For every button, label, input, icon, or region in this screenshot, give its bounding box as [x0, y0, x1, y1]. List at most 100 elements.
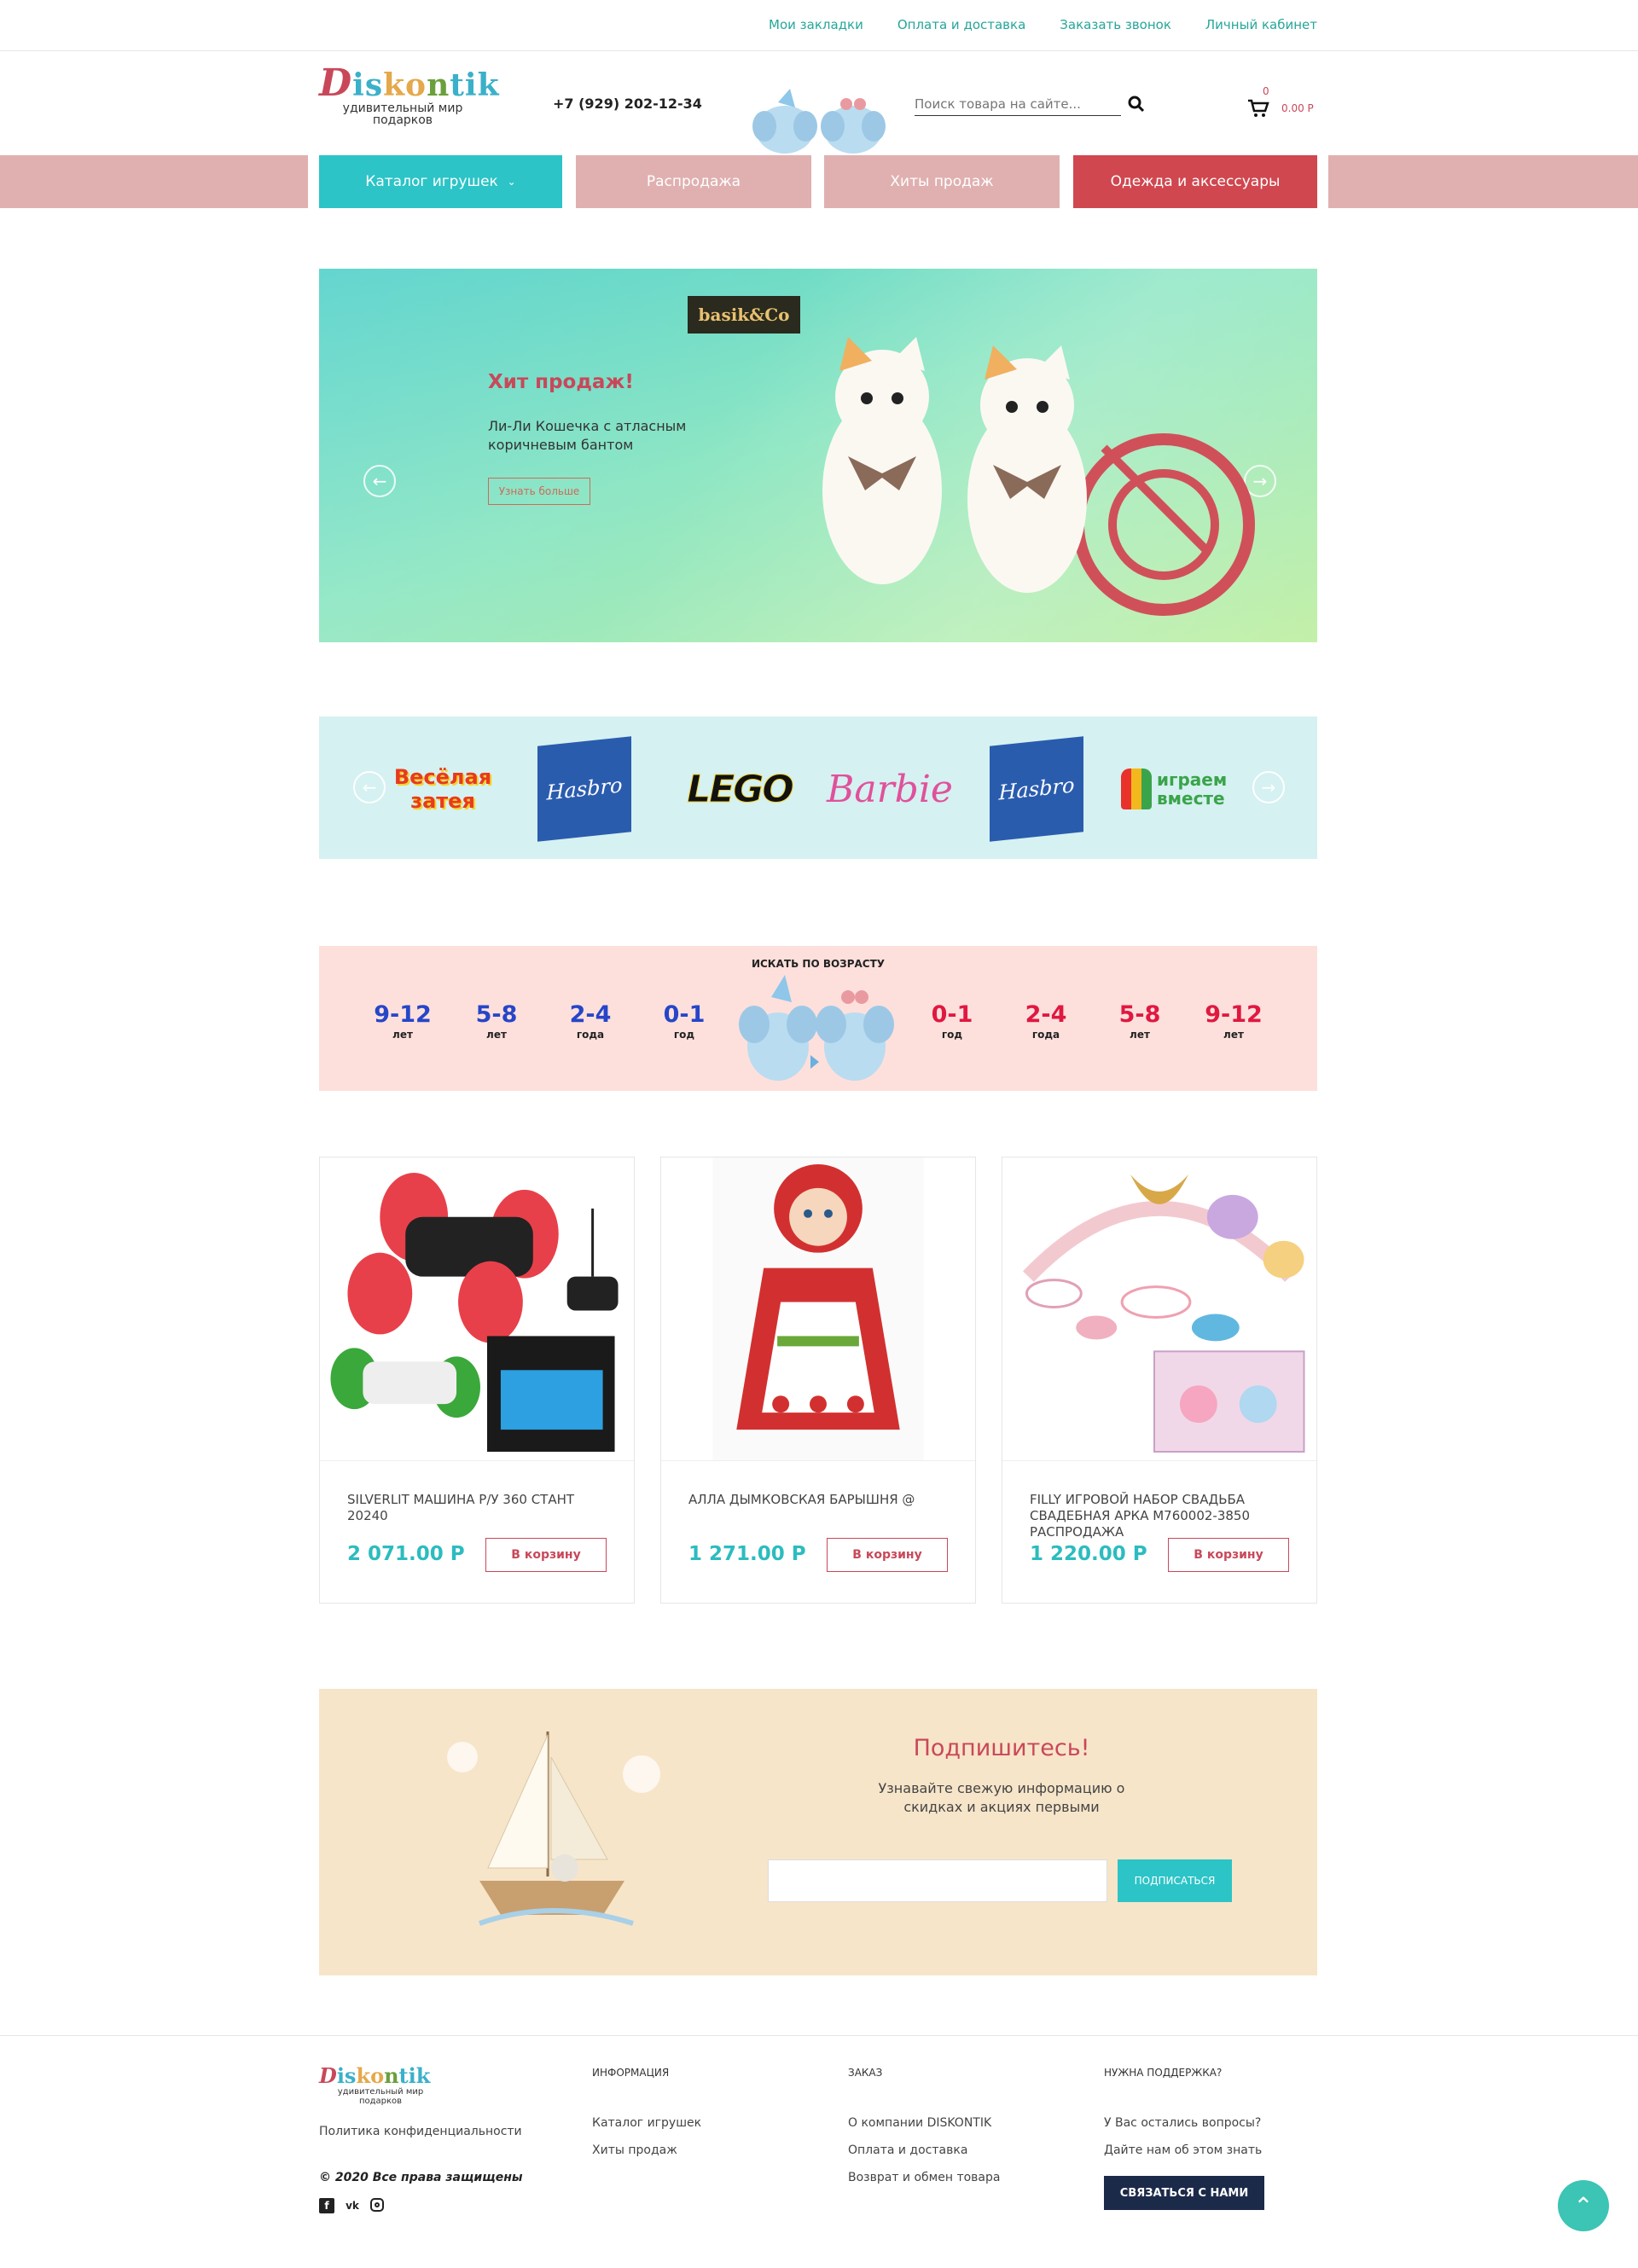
product-card[interactable]: FILLY ИГРОВОЙ НАБОР СВАДЬБА СВАДЕБНАЯ АР… [1002, 1157, 1317, 1604]
email-field[interactable] [768, 1859, 1107, 1902]
brand-logo-barbie[interactable]: Barbie [826, 734, 954, 844]
age-unit: года [576, 1029, 605, 1041]
brand-name: играем вместе [1157, 769, 1228, 809]
nav-hits[interactable]: Хиты продаж [824, 155, 1060, 208]
top-link-callback[interactable]: Заказать звонок [1060, 17, 1171, 32]
nav-clothes[interactable]: Одежда и аксессуары [1073, 155, 1317, 208]
logo-tagline: удивительный мир подарков [342, 102, 463, 127]
elephants-illustration [752, 89, 886, 154]
footer-link[interactable]: Возврат и обмен товара [848, 2164, 1000, 2191]
search-input[interactable] [915, 92, 1121, 116]
product-price: 1 220.00 Р [1030, 1543, 1147, 1565]
brand-logo-hasbro-2[interactable]: Hasbro [990, 734, 1083, 844]
age-girls-5-8[interactable]: 5-8 лет [1106, 1002, 1174, 1041]
top-link-payment[interactable]: Оплата и доставка [897, 17, 1025, 32]
footer-heading: ЗАКАЗ [848, 2067, 883, 2079]
top-link-account[interactable]: Личный кабинет [1205, 17, 1317, 32]
age-boys-0-1[interactable]: 0-1 год [650, 1002, 718, 1041]
vk-icon[interactable]: vk [345, 2198, 360, 2213]
social-links: f vk [319, 2198, 384, 2213]
logo-wordmark: Diskontik [319, 61, 500, 105]
age-boys-9-12[interactable]: 9-12 лет [369, 1002, 437, 1041]
brand-name: LEGO [687, 767, 795, 811]
age-number: 9-12 [374, 1001, 432, 1028]
product-image [320, 1172, 634, 1461]
copyright: © 2020 Все права защищены [319, 2171, 523, 2184]
age-unit: лет [1130, 1029, 1150, 1041]
age-boys-5-8[interactable]: 5-8 лет [462, 1002, 531, 1041]
subscribe-button[interactable]: ПОДПИСАТЬСЯ [1118, 1859, 1232, 1902]
age-number: 2-4 [569, 1001, 612, 1028]
product-card[interactable]: АЛЛА ДЫМКОВСКАЯ БАРЫШНЯ @ 1 271.00 Р В к… [660, 1157, 976, 1604]
cart[interactable]: 0 0.00 Р [1247, 85, 1319, 119]
site-logo[interactable]: Diskontik удивительный мир подарков [319, 61, 500, 127]
age-boys-2-4[interactable]: 2-4 года [556, 1002, 624, 1041]
add-to-cart-button[interactable]: В корзину [827, 1538, 948, 1572]
brand-logo-veselaya-zateya[interactable]: Весёлая затея [387, 734, 498, 844]
subscribe-section: Подпишитесь! Узнавайте свежую информацию… [319, 1689, 1317, 1975]
hero-product-image [822, 337, 1255, 616]
hero-slider: basik&Co Хит продаж! Ли-Ли Кошечка с атл… [319, 269, 1317, 642]
product-price: 1 271.00 Р [688, 1543, 806, 1565]
instagram-icon[interactable] [370, 2198, 384, 2212]
nav-sale[interactable]: Распродажа [576, 155, 811, 208]
add-to-cart-button[interactable]: В корзину [1168, 1538, 1289, 1572]
hero-title: Хит продаж! [488, 371, 634, 393]
phone-number[interactable]: +7 (929) 202-12-34 [553, 96, 702, 112]
brand-logo-lego[interactable]: LEGO [679, 734, 800, 844]
chevron-down-icon: ⌄ [507, 176, 516, 188]
top-link-bookmarks[interactable]: Мои закладки [769, 17, 863, 32]
scroll-to-top-icon[interactable]: ⌃ [1558, 2180, 1609, 2231]
footer-heading: ИНФОРМАЦИЯ [592, 2067, 670, 2079]
footer-link[interactable]: Хиты продаж [592, 2137, 701, 2164]
age-search: ИСКАТЬ ПО ВОЗРАСТУ 9-12 лет 5-8 лет 2-4 год… [319, 946, 1317, 1091]
footer-link[interactable]: Каталог игрушек [592, 2109, 701, 2137]
brand-logo-hasbro[interactable]: Hasbro [537, 734, 631, 844]
age-girls-0-1[interactable]: 0-1 год [918, 1002, 986, 1041]
footer-text: У Вас остались вопросы? [1104, 2116, 1262, 2130]
nav-catalog[interactable]: Каталог игрушек ⌄ [319, 155, 562, 208]
footer-link[interactable]: О компании DISKONTIK [848, 2109, 1000, 2137]
product-image [661, 1157, 975, 1461]
contact-us-button[interactable]: СВЯЗАТЬСЯ С НАМИ [1104, 2176, 1264, 2210]
hero-brand-badge: basik&Co [688, 296, 800, 334]
product-name[interactable]: FILLY ИГРОВОЙ НАБОР СВАДЬБА СВАДЕБНАЯ АР… [1030, 1492, 1286, 1540]
header: Diskontik удивительный мир подарков +7 (… [0, 51, 1638, 155]
elephants-illustration [739, 975, 894, 1081]
add-to-cart-button[interactable]: В корзину [485, 1538, 607, 1572]
subscribe-text: Узнавайте свежую информацию о скидках и … [878, 1780, 1125, 1815]
age-girls-9-12[interactable]: 9-12 лет [1199, 1002, 1268, 1041]
product-price: 2 071.00 Р [347, 1543, 465, 1565]
footer-link[interactable]: Оплата и доставка [848, 2137, 1000, 2164]
product-card[interactable]: SILVERLIT МАШИНА Р/У 360 СТАНТ 20240 2 0… [319, 1157, 635, 1604]
hero-prev-arrow-icon[interactable]: ← [363, 465, 396, 497]
product-name[interactable]: SILVERLIT МАШИНА Р/У 360 СТАНТ 20240 [347, 1492, 603, 1524]
cart-icon [1248, 99, 1269, 117]
age-unit: года [1031, 1029, 1060, 1041]
product-name[interactable]: АЛЛА ДЫМКОВСКАЯ БАРЫШНЯ @ [688, 1492, 944, 1508]
privacy-link[interactable]: Политика конфиденциальности [319, 2125, 522, 2138]
age-unit: лет [1223, 1029, 1244, 1041]
brands-next-arrow-icon[interactable]: → [1252, 771, 1285, 803]
hero-more-button[interactable]: Узнать больше [488, 478, 590, 505]
age-number: 5-8 [475, 1001, 518, 1028]
footer: Diskontik удивительный мир подарков Поли… [0, 2035, 1638, 2268]
age-unit: год [941, 1029, 963, 1041]
brands-carousel: ← Весёлая затея Hasbro LEGO Barbie Hasbr… [319, 716, 1317, 859]
age-girls-2-4[interactable]: 2-4 года [1012, 1002, 1080, 1041]
product-image [1002, 1174, 1316, 1461]
footer-logo[interactable]: Diskontik удивительный мир подарков [319, 2065, 439, 2107]
age-unit: лет [486, 1029, 507, 1041]
facebook-icon[interactable]: f [319, 2198, 334, 2213]
footer-text: Дайте нам об этом знать [1104, 2143, 1263, 2157]
top-links: Мои закладки Оплата и доставка Заказать … [769, 17, 1317, 32]
logo-tagline: удивительный мир подарков [337, 2087, 424, 2106]
brand-name: Barbie [827, 767, 953, 811]
brands-prev-arrow-icon[interactable]: ← [353, 771, 386, 803]
sailboat-illustration [447, 1731, 660, 1926]
search-icon[interactable] [1128, 96, 1145, 113]
footer-col-order: ЗАКАЗ О компании DISKONTIK Оплата и дост… [848, 2067, 1000, 2191]
main-nav: Каталог игрушек ⌄ Распродажа Хиты продаж… [0, 155, 1638, 208]
brand-logo-igraem-vmeste[interactable]: играем вместе [1119, 734, 1230, 844]
age-number: 5-8 [1118, 1001, 1161, 1028]
